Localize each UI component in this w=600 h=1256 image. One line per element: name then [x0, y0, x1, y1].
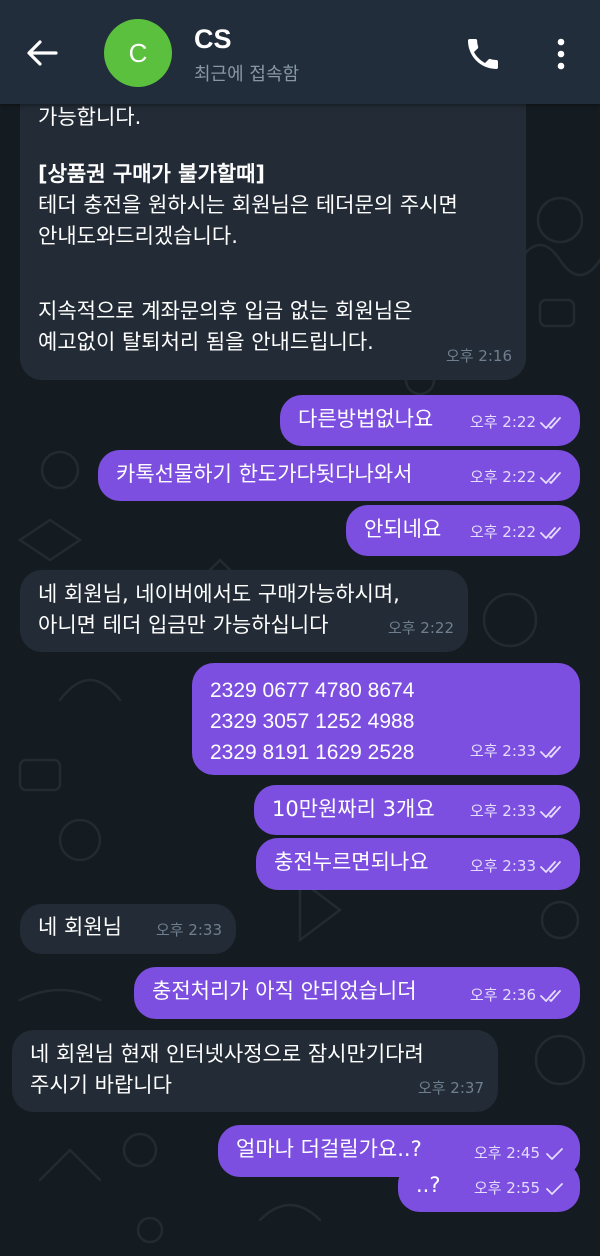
- double-check-icon: [540, 745, 566, 759]
- message-bubble-incoming[interactable]: 네 회원님 오후 2:33: [20, 904, 236, 954]
- message-time: 오후 2:55: [473, 1179, 540, 1197]
- single-check-icon: [544, 1182, 566, 1196]
- message-bubble-outgoing[interactable]: 10만원짜리 3개요 오후 2:33: [254, 785, 580, 835]
- double-check-icon: [540, 526, 566, 540]
- message-bubble-outgoing[interactable]: 2329 0677 4780 8674 2329 3057 1252 4988 …: [192, 663, 580, 775]
- message-time: 오후 2:37: [417, 1079, 484, 1097]
- message-bubble-incoming[interactable]: 네 회원님 현재 인터넷사정으로 잠시만기다려 주시기 바랍니다 오후 2:37: [12, 1030, 498, 1112]
- message-text: 지속적으로 계좌문의후 입금 없는 회원님은 예고없이 탈퇴처리 됨을 안내드립…: [38, 299, 413, 354]
- message-time: 오후 2:16: [445, 347, 512, 365]
- message-meta: 오후 2:22: [470, 517, 566, 548]
- message-heading: [상품권 구매가 불가할때]: [38, 162, 266, 186]
- call-button[interactable]: [463, 34, 503, 74]
- message-meta: 오후 2:16: [446, 341, 512, 372]
- message-text: 테더 충전을 원하시는 회원님은 테더문의 주시면 안내도와드리겠습니다.: [38, 193, 458, 248]
- message-time: 오후 2:33: [155, 921, 222, 939]
- message-meta: 오후 2:33: [470, 736, 566, 767]
- message-meta: 오후 2:33: [470, 851, 566, 882]
- back-button[interactable]: [18, 30, 68, 76]
- arrow-left-icon: [27, 40, 58, 66]
- message-bubble-outgoing[interactable]: 카톡선물하기 한도가다됫다나와서 오후 2:22: [98, 450, 580, 501]
- double-check-icon: [540, 471, 566, 485]
- message-time: 오후 2:22: [387, 619, 454, 637]
- last-seen-status: 최근에 접속함: [194, 64, 300, 85]
- message-bubble-incoming[interactable]: 네 회원님, 네이버에서도 구매가능하시며, 아니면 테더 입금만 가능하십니다…: [20, 570, 468, 652]
- double-check-icon: [540, 989, 566, 1003]
- avatar-letter: C: [128, 37, 148, 68]
- message-bubble-outgoing[interactable]: ..? 오후 2:55: [398, 1162, 580, 1212]
- message-meta: 오후 2:22: [388, 613, 454, 644]
- more-vertical-icon: [557, 38, 565, 70]
- message-meta: 오후 2:33: [470, 796, 566, 827]
- chat-header: C CS 최근에 접속함: [0, 0, 600, 104]
- double-check-icon: [540, 416, 566, 430]
- message-bubble-outgoing[interactable]: 충전처리가 아직 안되었습니더 오후 2:36: [134, 967, 580, 1019]
- message-bubble-incoming[interactable]: 가능합니다. [상품권 구매가 불가할때] 테더 충전을 원하시는 회원님은 테…: [20, 88, 526, 380]
- message-time: 오후 2:33: [469, 742, 536, 760]
- message-meta: 오후 2:22: [470, 407, 566, 438]
- double-check-icon: [540, 860, 566, 874]
- single-check-icon: [544, 1147, 566, 1161]
- message-meta: 오후 2:36: [470, 980, 566, 1011]
- phone-icon: [468, 39, 498, 69]
- message-time: 오후 2:22: [469, 468, 536, 486]
- chat-title[interactable]: CS: [194, 24, 232, 55]
- message-meta: 오후 2:22: [470, 462, 566, 493]
- message-meta: 오후 2:55: [474, 1173, 566, 1204]
- message-bubble-outgoing[interactable]: 충전누르면되나요 오후 2:33: [256, 838, 580, 890]
- more-menu-button[interactable]: [543, 32, 579, 76]
- message-text: 가능합니다.: [38, 105, 142, 129]
- message-time: 오후 2:33: [469, 802, 536, 820]
- message-bubble-outgoing[interactable]: 안되네요 오후 2:22: [346, 505, 580, 556]
- double-check-icon: [540, 805, 566, 819]
- message-time: 오후 2:33: [469, 857, 536, 875]
- message-time: 오후 2:36: [469, 986, 536, 1004]
- message-meta: 오후 2:33: [156, 915, 222, 946]
- message-text: 네 회원님 현재 인터넷사정으로 잠시만기다려 주시기 바랍니다: [30, 1042, 424, 1097]
- message-time: 오후 2:22: [469, 523, 536, 541]
- message-meta: 오후 2:37: [418, 1073, 484, 1104]
- message-time: 오후 2:22: [469, 413, 536, 431]
- message-bubble-outgoing[interactable]: 다른방법없나요 오후 2:22: [280, 395, 580, 446]
- avatar[interactable]: C: [104, 19, 172, 87]
